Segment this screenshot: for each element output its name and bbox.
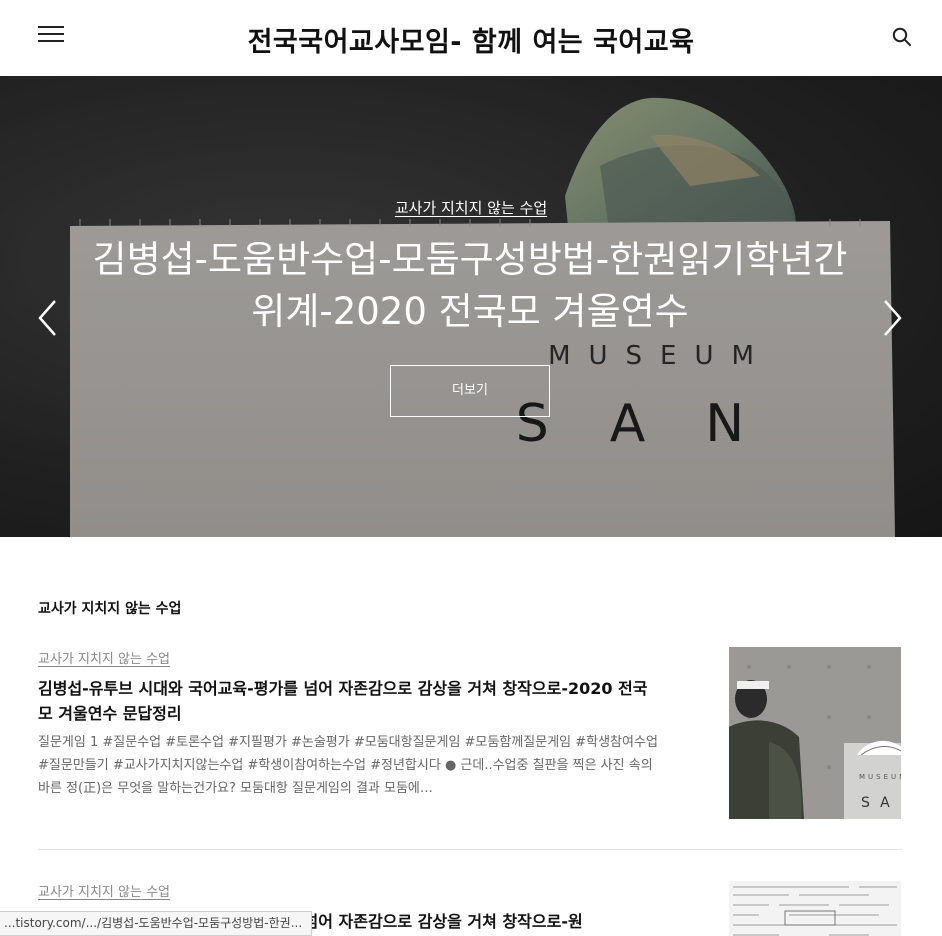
hero-title[interactable]: 김병섭-도움반수업-모둠구성방법-한권읽기학년간위계-2020 전국모 겨울연수 (90, 234, 850, 338)
browser-status-url: ...tistory.com/.../김병섭-도움반수업-모둠구성방법-한권..… (0, 911, 312, 936)
hero-slider: MUSEUM SAN 교사가 지치지 않는 수업 김병섭-도움반수업-모둠구성방… (0, 76, 942, 537)
svg-text:SAN: SAN (861, 795, 901, 811)
hero-category-link[interactable]: 교사가 지치지 않는 수업 (0, 197, 942, 218)
more-button[interactable]: 더보기 (390, 365, 550, 417)
site-title[interactable]: 전국국어교사모임- 함께 여는 국어교육 (0, 20, 942, 59)
post-category-link[interactable]: 교사가 지치지 않는 수업 (38, 881, 170, 900)
post-title[interactable]: 김병섭-유투브 시대와 국어교육-평가를 넘어 자존감으로 감상을 거쳐 창작으… (38, 676, 658, 726)
post-excerpt[interactable]: 질문게임 1 #질문수업 #토론수업 #지필평가 #논술평가 #모둠대항질문게임… (38, 731, 658, 800)
chevron-right-icon[interactable] (880, 298, 904, 338)
post-category-link[interactable]: 교사가 지치지 않는 수업 (38, 648, 170, 667)
post-thumbnail[interactable] (729, 881, 901, 936)
svg-text:MUSEUM: MUSEUM (859, 773, 901, 781)
search-icon[interactable] (892, 27, 912, 47)
section-title: 교사가 지치지 않는 수업 (38, 601, 182, 617)
chevron-left-icon[interactable] (36, 298, 60, 338)
site-header: 전국국어교사모임- 함께 여는 국어교육 (0, 0, 942, 76)
post-thumbnail[interactable]: MUSEUM SAN (729, 647, 901, 819)
post-item[interactable]: 교사가 지치지 않는 수업 김병섭-유투브 시대와 국어교육-평가를 넘어 자존… (38, 647, 902, 850)
